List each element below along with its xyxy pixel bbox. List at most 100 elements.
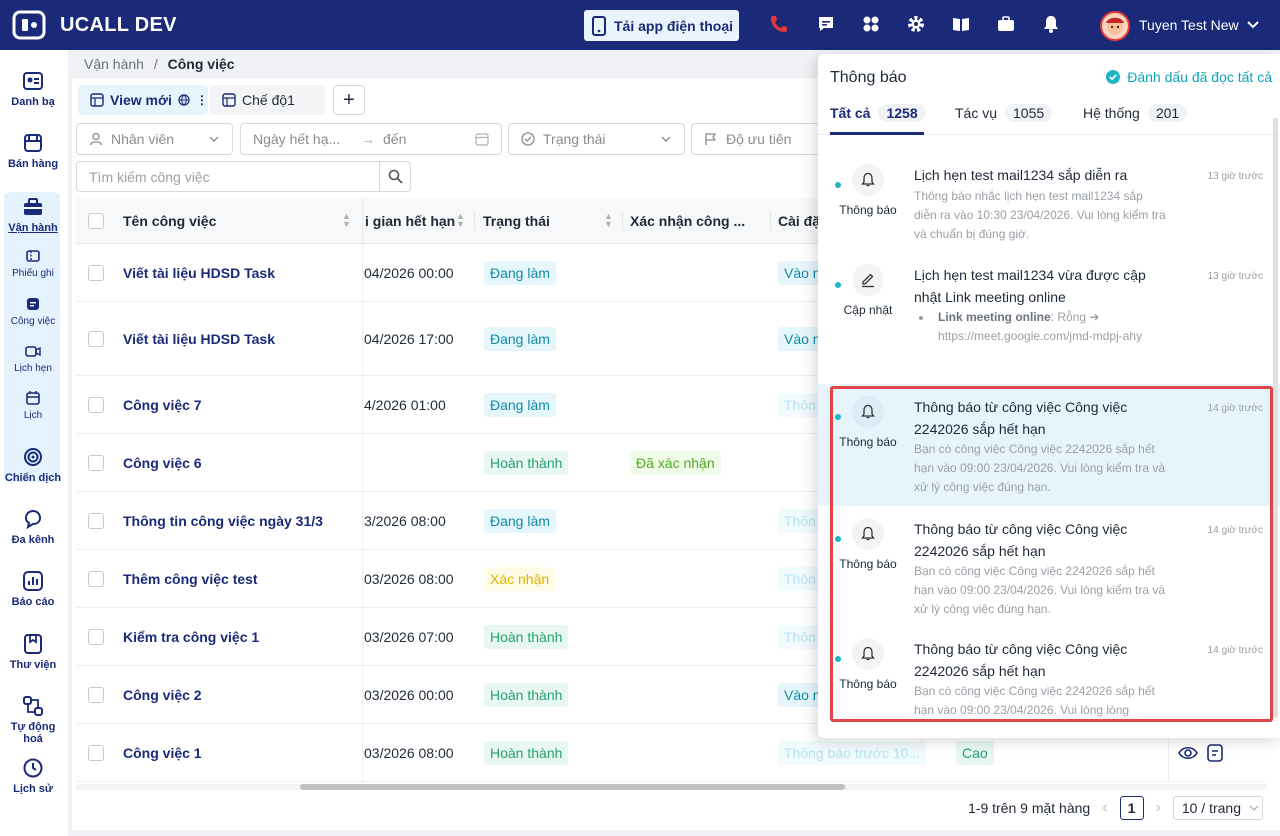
ucall-logo-icon[interactable] bbox=[12, 10, 46, 40]
range-arrow: → bbox=[361, 131, 375, 147]
sidebar-item-contacts[interactable]: Danh bạ bbox=[0, 70, 66, 108]
confirm-badge: Đã xác nhận bbox=[630, 451, 721, 475]
chevron-down-icon[interactable] bbox=[1246, 18, 1260, 32]
page-size-select[interactable]: 10 / trang bbox=[1172, 796, 1263, 820]
sidebar-item-history[interactable]: Lịch sử bbox=[0, 757, 66, 795]
column-header-name[interactable]: Tên công việc bbox=[123, 213, 216, 229]
notification-item[interactable]: Thông báo Lịch hẹn test mail1234 sắp diễ… bbox=[818, 152, 1280, 252]
row-checkbox[interactable] bbox=[88, 687, 104, 703]
task-name[interactable]: Kiểm tra công việc 1 bbox=[123, 629, 259, 645]
sidebar-item-label: Công việc bbox=[10, 316, 56, 327]
column-header-confirm[interactable]: Xác nhận công ... bbox=[630, 213, 745, 229]
tab-tasks[interactable]: Tác vụ 1055 bbox=[955, 104, 1053, 122]
chat-icon[interactable] bbox=[815, 13, 837, 35]
column-header-due[interactable]: i gian hết hạn bbox=[365, 213, 455, 229]
changed-field: Link meeting online bbox=[938, 310, 1051, 324]
select-all-checkbox[interactable] bbox=[88, 213, 104, 229]
sidebar-item-label: Lịch sử bbox=[13, 783, 53, 795]
user-name[interactable]: Tuyen Test New bbox=[1139, 17, 1239, 33]
sidebar-item-operations[interactable]: Vận hành bbox=[0, 196, 66, 234]
task-name[interactable]: Thông tin công việc ngày 31/3 bbox=[123, 513, 323, 529]
tab-view-new[interactable]: View mới ⋮ bbox=[78, 85, 208, 115]
add-view-button[interactable]: + bbox=[333, 85, 365, 115]
row-checkbox[interactable] bbox=[88, 629, 104, 645]
avatar[interactable] bbox=[1100, 11, 1130, 41]
task-name[interactable]: Công việc 2 bbox=[123, 687, 202, 703]
page-number-button[interactable]: 1 bbox=[1119, 796, 1144, 820]
task-name[interactable]: Công việc 1 bbox=[123, 745, 202, 761]
download-app-label: Tải app điện thoại bbox=[614, 17, 734, 34]
calendar-icon bbox=[26, 391, 40, 405]
sidebar-item-library[interactable]: Thư viện bbox=[0, 633, 66, 671]
row-checkbox[interactable] bbox=[88, 331, 104, 347]
download-app-button[interactable]: Tải app điện thoại bbox=[584, 10, 739, 41]
horizontal-scrollbar-thumb[interactable] bbox=[300, 784, 845, 790]
row-checkbox[interactable] bbox=[88, 455, 104, 471]
sidebar-item-reports[interactable]: Báo cáo bbox=[0, 570, 66, 608]
status-filter[interactable]: Trạng thái bbox=[508, 123, 685, 155]
task-name[interactable]: Viết tài liệu HDSD Task bbox=[123, 331, 275, 347]
due-to-input[interactable]: đến bbox=[383, 131, 467, 147]
sort-icon[interactable]: ▲ ▼ bbox=[456, 212, 465, 229]
sidebar-item-label: Danh bạ bbox=[11, 96, 55, 108]
employee-filter[interactable]: Nhân viên bbox=[76, 123, 233, 155]
sidebar-item-tasks[interactable]: Công việc bbox=[0, 296, 66, 327]
row-checkbox[interactable] bbox=[88, 745, 104, 761]
row-checkbox[interactable] bbox=[88, 571, 104, 587]
sort-icon[interactable]: ▲ ▼ bbox=[604, 212, 613, 229]
sidebar-item-campaigns[interactable]: Chiến dịch bbox=[0, 446, 66, 484]
notification-item[interactable]: Cập nhật Lịch hẹn test mail1234 vừa được… bbox=[818, 252, 1280, 384]
more-vertical-icon[interactable]: ⋮ bbox=[196, 93, 208, 107]
sidebar-item-calendar[interactable]: Lịch bbox=[0, 390, 66, 421]
sidebar-item-automation[interactable]: Tự động hoá bbox=[0, 695, 66, 745]
prev-page-button[interactable]: ‹ bbox=[1102, 799, 1107, 817]
target-icon bbox=[24, 448, 42, 466]
tab-system[interactable]: Hệ thống 201 bbox=[1083, 104, 1188, 122]
omnichannel-icon bbox=[24, 509, 42, 530]
due-from-input[interactable]: Ngày hết hạ... bbox=[253, 131, 353, 147]
breadcrumb: Vận hành / Công việc bbox=[84, 56, 235, 72]
active-tab-underline bbox=[830, 132, 924, 135]
tab-all[interactable]: Tất cả 1258 bbox=[830, 104, 926, 122]
sidebar-item-tickets[interactable]: Phiếu ghi bbox=[0, 248, 66, 279]
pencil-icon bbox=[852, 264, 884, 296]
tab-mode1[interactable]: Chế độ1 bbox=[210, 85, 325, 115]
task-name[interactable]: Viết tài liệu HDSD Task bbox=[123, 265, 275, 281]
reminder-tag: Thông báo trước 10... bbox=[778, 741, 927, 765]
tab-label: Tác vụ bbox=[955, 105, 998, 121]
video-icon bbox=[25, 346, 41, 357]
row-checkbox[interactable] bbox=[88, 513, 104, 529]
task-name[interactable]: Công việc 7 bbox=[123, 397, 202, 413]
sidebar-item-sales[interactable]: Bán hàng bbox=[0, 132, 66, 170]
status-badge: Đang làm bbox=[484, 327, 556, 351]
book-icon[interactable] bbox=[950, 13, 972, 35]
column-header-setting[interactable]: Cài đặ bbox=[778, 213, 820, 229]
gear-icon[interactable] bbox=[905, 13, 927, 35]
mark-all-read-button[interactable]: Đánh dấu đã đọc tất cả bbox=[1106, 69, 1272, 85]
task-name[interactable]: Thêm công việc test bbox=[123, 571, 258, 587]
search-input[interactable]: Tìm kiếm công việc bbox=[76, 161, 380, 192]
row-checkbox[interactable] bbox=[88, 397, 104, 413]
search-button[interactable] bbox=[379, 161, 411, 192]
sort-icon[interactable]: ▲ ▼ bbox=[342, 212, 351, 229]
next-page-button[interactable]: › bbox=[1156, 799, 1161, 817]
tab-label: View mới bbox=[110, 92, 172, 108]
page-size-label: 10 / trang bbox=[1181, 800, 1241, 816]
phone-icon[interactable] bbox=[768, 13, 790, 35]
due-date-range-filter[interactable]: Ngày hết hạ... → đến bbox=[240, 123, 502, 155]
edit-note-icon[interactable] bbox=[1206, 743, 1224, 763]
task-name[interactable]: Công việc 6 bbox=[123, 455, 202, 471]
eye-icon[interactable] bbox=[1178, 743, 1198, 763]
row-checkbox[interactable] bbox=[88, 265, 104, 281]
priority-filter[interactable]: Độ ưu tiên bbox=[691, 123, 831, 155]
apps-icon[interactable] bbox=[860, 13, 882, 35]
sidebar-item-omnichannel[interactable]: Đa kênh bbox=[0, 508, 66, 546]
column-header-status[interactable]: Trạng thái bbox=[483, 213, 550, 229]
notification-body: Thông báo nhắc lịch hẹn test mail1234 sắ… bbox=[914, 189, 1166, 241]
briefcase-icon[interactable] bbox=[995, 13, 1017, 35]
notification-scrollbar[interactable] bbox=[1273, 118, 1278, 718]
unread-dot bbox=[835, 282, 841, 288]
sidebar-item-appointments[interactable]: Lịch hẹn bbox=[0, 343, 66, 374]
breadcrumb-parent[interactable]: Vận hành bbox=[84, 56, 144, 72]
bell-icon[interactable] bbox=[1040, 13, 1062, 35]
